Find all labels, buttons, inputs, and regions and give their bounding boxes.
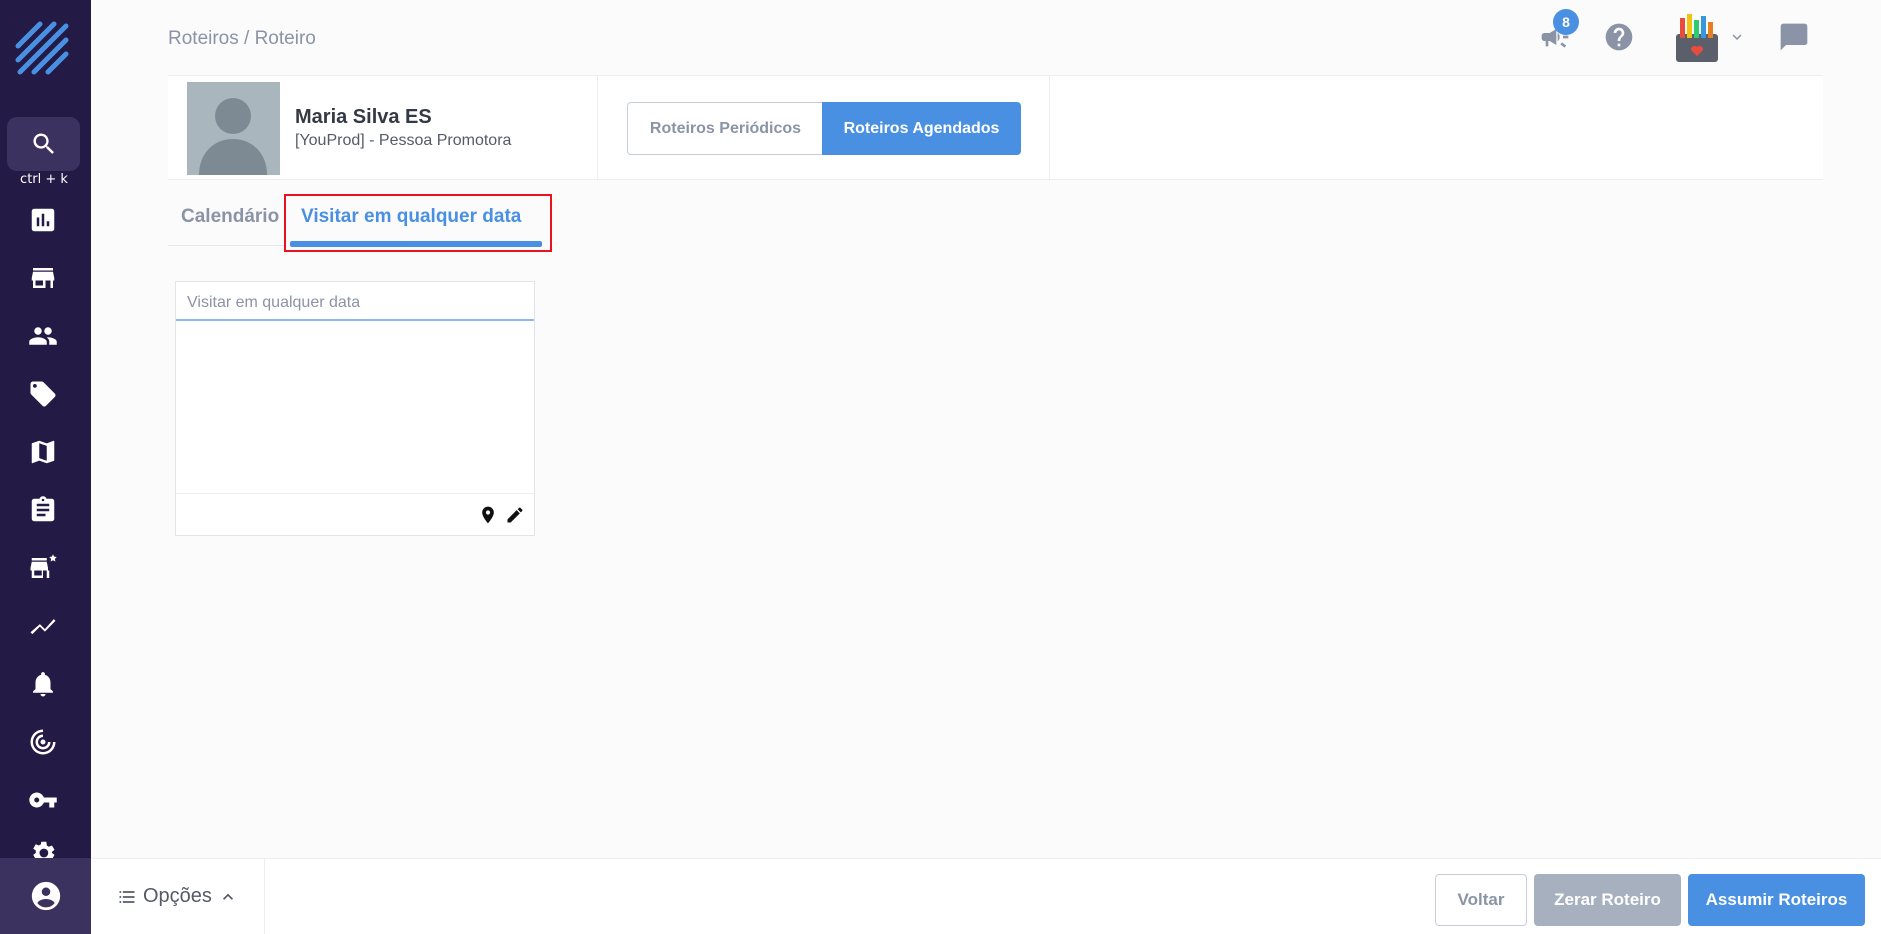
company-logo-icon[interactable] — [1670, 12, 1724, 64]
profile-role: [YouProd] - Pessoa Promotora — [295, 132, 512, 149]
search-icon — [32, 133, 54, 154]
highlight-box — [284, 194, 552, 252]
options-label: Opções — [143, 885, 212, 907]
back-button[interactable]: Voltar — [1435, 874, 1527, 926]
edit-pencil-icon[interactable] — [504, 504, 526, 526]
breadcrumb: Roteiros / Roteiro — [168, 28, 316, 49]
chat-icon[interactable] — [1777, 20, 1811, 54]
bottom-action-bar: Opções Voltar Zerar Roteiro Assumir Rote… — [91, 858, 1881, 934]
chevron-down-icon[interactable] — [1728, 28, 1746, 46]
notification-badge: 8 — [1553, 9, 1579, 35]
account-circle-icon — [31, 881, 60, 911]
tab-baseline — [168, 245, 286, 246]
clipboard-icon[interactable] — [25, 492, 61, 528]
profile-card: Maria Silva ES [YouProd] - Pessoa Promot… — [168, 75, 1823, 181]
visit-card-title: Visitar em qualquer data — [176, 282, 534, 321]
assume-routes-button[interactable]: Assumir Roteiros — [1688, 874, 1865, 926]
search-shortcut-hint: ctrl + k — [20, 172, 68, 187]
gear-icon[interactable] — [25, 838, 61, 858]
visit-card-footer — [176, 493, 534, 535]
tab-calendar[interactable]: Calendário — [181, 206, 279, 228]
avatar — [187, 82, 280, 175]
trend-icon[interactable] — [25, 608, 61, 644]
chevron-up-icon — [222, 893, 233, 900]
bottom-divider — [264, 859, 265, 934]
store-icon[interactable] — [25, 260, 61, 296]
map-icon[interactable] — [25, 434, 61, 470]
profile-name: Maria Silva ES — [295, 106, 432, 128]
list-icon — [119, 890, 135, 903]
sidebar: ctrl + k — [0, 0, 91, 934]
profile-divider — [597, 76, 598, 181]
visit-any-date-card: Visitar em qualquer data — [175, 281, 535, 536]
bell-icon[interactable] — [25, 666, 61, 702]
logo-icon[interactable] — [14, 20, 74, 80]
store-star-icon[interactable] — [25, 550, 61, 586]
dashboard-icon[interactable] — [25, 202, 61, 238]
periodic-routes-button[interactable]: Roteiros Periódicos — [627, 102, 823, 155]
tag-icon[interactable] — [25, 376, 61, 412]
key-icon[interactable] — [25, 782, 61, 818]
people-icon[interactable] — [25, 318, 61, 354]
toggle-divider — [1049, 76, 1050, 181]
radar-icon[interactable] — [25, 724, 61, 760]
reset-route-button[interactable]: Zerar Roteiro — [1534, 874, 1681, 926]
options-menu[interactable]: Opções — [117, 885, 238, 908]
scheduled-routes-button[interactable]: Roteiros Agendados — [822, 102, 1021, 155]
search-button[interactable] — [7, 117, 80, 171]
help-icon[interactable] — [1602, 20, 1636, 54]
location-pin-icon[interactable] — [477, 504, 499, 526]
account-button[interactable] — [0, 858, 91, 934]
